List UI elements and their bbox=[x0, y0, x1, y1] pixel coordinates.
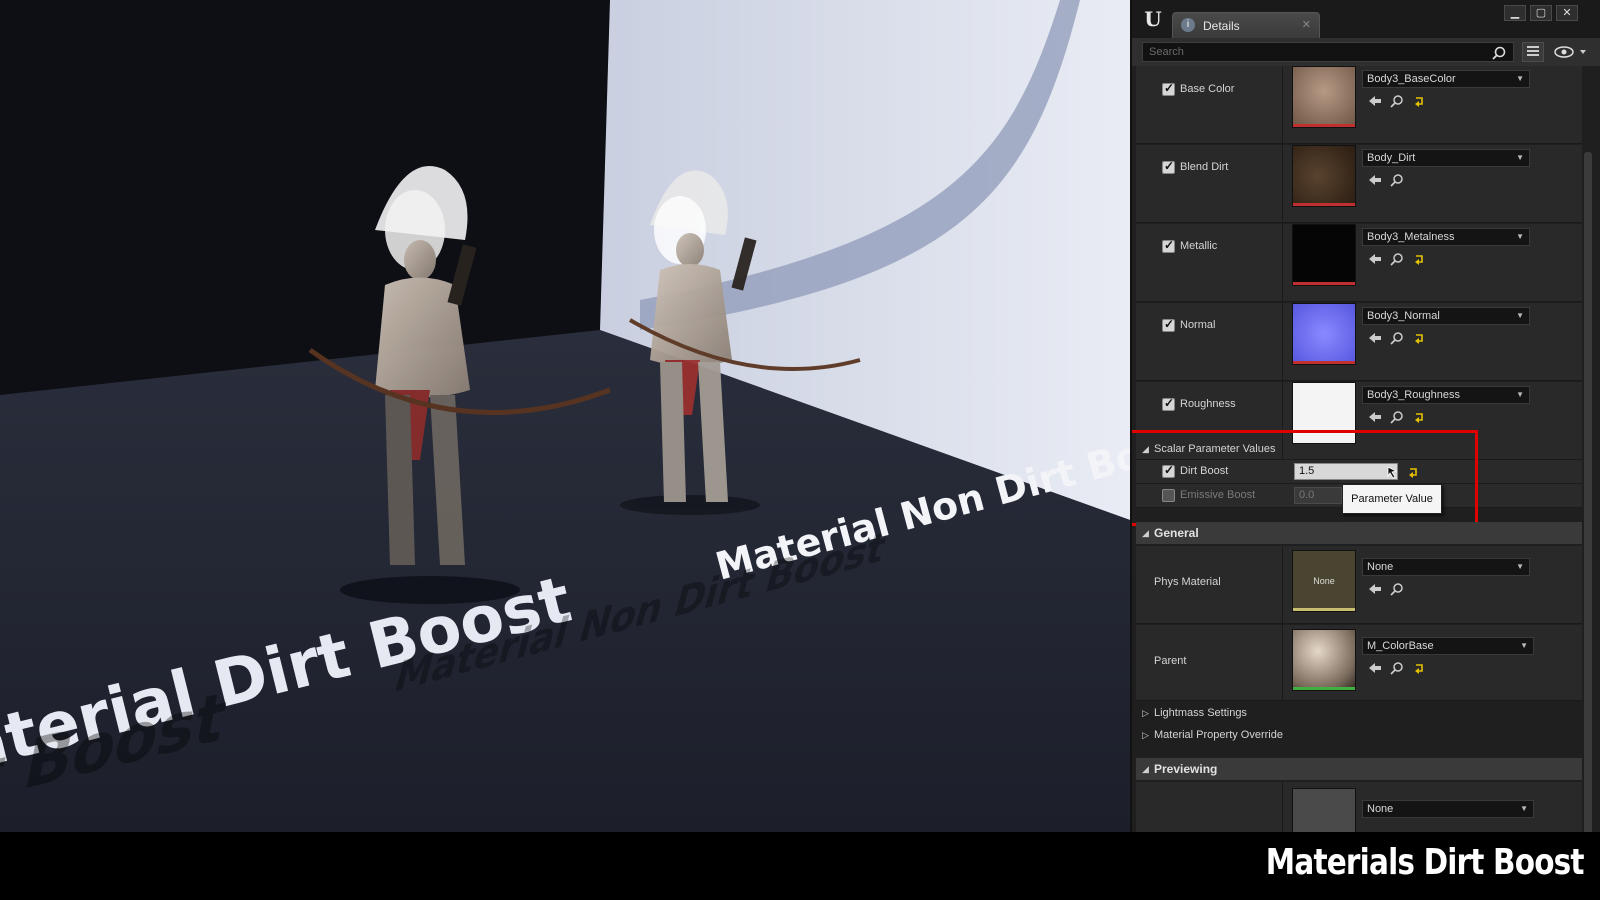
browse-search-icon[interactable] bbox=[1390, 410, 1404, 424]
tab-details[interactable]: i Details ✕ bbox=[1172, 12, 1320, 38]
lightmass-settings-row[interactable]: ▷ Lightmass Settings bbox=[1136, 702, 1582, 724]
minimize-button[interactable]: ▁ bbox=[1504, 5, 1526, 21]
material-property-override-row[interactable]: ▷ Material Property Override bbox=[1136, 724, 1582, 746]
use-selected-arrow-icon[interactable] bbox=[1368, 410, 1382, 424]
unreal-logo-icon: U bbox=[1144, 7, 1162, 31]
preview-mesh-combo[interactable]: None ▼ bbox=[1362, 800, 1534, 818]
phys-material-combo[interactable]: None ▼ bbox=[1362, 558, 1530, 576]
roughness-checkbox[interactable] bbox=[1162, 396, 1175, 411]
tab-close-icon[interactable]: ✕ bbox=[1302, 18, 1311, 31]
param-row-base-color: Base Color Body3_BaseColor▼ bbox=[1136, 66, 1582, 144]
general-section-header[interactable]: ◢ General bbox=[1136, 522, 1582, 544]
reset-to-default-icon[interactable] bbox=[1412, 331, 1426, 345]
reset-to-default-icon[interactable] bbox=[1412, 410, 1426, 424]
caption-title: Materials Dirt Boost bbox=[1266, 842, 1585, 883]
expand-triangle-icon: ◢ bbox=[1142, 528, 1149, 538]
caption-bar: Materials Dirt Boost bbox=[0, 832, 1600, 900]
parent-material-combo[interactable]: M_ColorBase ▼ bbox=[1362, 637, 1534, 655]
reset-to-default-icon[interactable] bbox=[1412, 94, 1426, 108]
list-view-icon bbox=[1527, 46, 1539, 56]
base-color-label: Base Color bbox=[1180, 83, 1235, 95]
search-input[interactable] bbox=[1142, 42, 1514, 62]
use-selected-arrow-icon[interactable] bbox=[1368, 582, 1382, 596]
param-row-parent: Parent M_ColorBase ▼ bbox=[1136, 625, 1582, 701]
previewing-section-title: Previewing bbox=[1154, 762, 1218, 776]
parent-label: Parent bbox=[1154, 655, 1187, 667]
browse-search-icon[interactable] bbox=[1390, 173, 1404, 187]
use-selected-arrow-icon[interactable] bbox=[1368, 331, 1382, 345]
scrollbar[interactable] bbox=[1584, 152, 1592, 832]
metallic-asset-combo[interactable]: Body3_Metalness ▼ bbox=[1362, 228, 1530, 246]
phys-material-label: Phys Material bbox=[1154, 576, 1221, 588]
browse-search-icon[interactable] bbox=[1390, 94, 1404, 108]
material-property-override-label: Material Property Override bbox=[1154, 729, 1283, 741]
base-color-asset-combo[interactable]: Body3_BaseColor ▼ bbox=[1362, 70, 1530, 88]
normal-asset-combo[interactable]: Body3_Normal ▼ bbox=[1362, 307, 1530, 325]
param-row-normal: Normal Body3_Normal▼ bbox=[1136, 303, 1582, 381]
base-color-thumbnail[interactable] bbox=[1292, 66, 1356, 128]
phys-material-thumbnail[interactable]: None bbox=[1292, 550, 1356, 612]
metallic-checkbox[interactable] bbox=[1162, 238, 1175, 253]
search-icon[interactable] bbox=[1492, 46, 1506, 60]
expand-triangle-icon: ◢ bbox=[1142, 764, 1149, 774]
browse-search-icon[interactable] bbox=[1390, 331, 1404, 345]
panel-titlebar[interactable]: U i Details ✕ ▁ ▢ ✕ bbox=[1132, 0, 1600, 38]
maximize-button[interactable]: ▢ bbox=[1530, 5, 1552, 21]
use-selected-arrow-icon[interactable] bbox=[1368, 661, 1382, 675]
general-section-title: General bbox=[1154, 526, 1199, 540]
use-selected-arrow-icon[interactable] bbox=[1368, 94, 1382, 108]
blend-dirt-label: Blend Dirt bbox=[1180, 161, 1229, 173]
viewport-scene: aterial Dirt Boost aterial Dirt Boost Ma… bbox=[0, 0, 1130, 832]
blend-dirt-checkbox[interactable] bbox=[1162, 159, 1175, 174]
blend-dirt-asset-combo[interactable]: Body_Dirt ▼ bbox=[1362, 149, 1530, 167]
use-selected-arrow-icon[interactable] bbox=[1368, 252, 1382, 266]
close-window-button[interactable]: ✕ bbox=[1556, 5, 1578, 21]
tab-details-label: Details bbox=[1203, 19, 1240, 33]
normal-checkbox[interactable] bbox=[1162, 317, 1175, 332]
roughness-asset-combo[interactable]: Body3_Roughness ▼ bbox=[1362, 386, 1530, 404]
param-row-phys-material: Phys Material None None ▼ bbox=[1136, 546, 1582, 624]
browse-search-icon[interactable] bbox=[1390, 661, 1404, 675]
info-icon: i bbox=[1181, 18, 1195, 32]
viewport-3d[interactable]: aterial Dirt Boost aterial Dirt Boost Ma… bbox=[0, 0, 1130, 832]
visibility-filter-button[interactable] bbox=[1550, 42, 1594, 62]
highlight-box bbox=[1132, 430, 1478, 526]
preview-thumbnail[interactable] bbox=[1292, 788, 1356, 832]
metallic-label: Metallic bbox=[1180, 240, 1218, 252]
base-color-checkbox[interactable] bbox=[1162, 81, 1175, 96]
roughness-label: Roughness bbox=[1180, 398, 1236, 410]
parent-thumbnail[interactable] bbox=[1292, 629, 1356, 691]
lightmass-settings-label: Lightmass Settings bbox=[1154, 707, 1247, 719]
browse-search-icon[interactable] bbox=[1390, 582, 1404, 596]
normal-label: Normal bbox=[1180, 319, 1216, 331]
eye-icon bbox=[1554, 46, 1586, 58]
view-options-button[interactable] bbox=[1522, 42, 1544, 62]
reset-to-default-icon[interactable] bbox=[1412, 661, 1426, 675]
details-panel: U i Details ✕ ▁ ▢ ✕ Search ✓ Base Color … bbox=[1130, 0, 1600, 832]
param-row-blend-dirt: Blend Dirt Body_Dirt▼ bbox=[1136, 145, 1582, 223]
search-row bbox=[1132, 38, 1600, 66]
param-row-preview-mesh: None ▼ bbox=[1136, 782, 1582, 832]
param-row-metallic: Metallic Body3_Metalness▼ bbox=[1136, 224, 1582, 302]
browse-search-icon[interactable] bbox=[1390, 252, 1404, 266]
collapsed-triangle-icon: ▷ bbox=[1142, 708, 1149, 718]
use-selected-arrow-icon[interactable] bbox=[1368, 173, 1382, 187]
previewing-section-header[interactable]: ◢ Previewing bbox=[1136, 758, 1582, 780]
reset-to-default-icon[interactable] bbox=[1412, 252, 1426, 266]
normal-thumbnail[interactable] bbox=[1292, 303, 1356, 365]
collapsed-triangle-icon: ▷ bbox=[1142, 730, 1149, 740]
details-content[interactable]: Base Color Body3_BaseColor▼ Blend Dirt B… bbox=[1132, 66, 1600, 832]
blend-dirt-thumbnail[interactable] bbox=[1292, 145, 1356, 207]
metallic-thumbnail[interactable] bbox=[1292, 224, 1356, 286]
